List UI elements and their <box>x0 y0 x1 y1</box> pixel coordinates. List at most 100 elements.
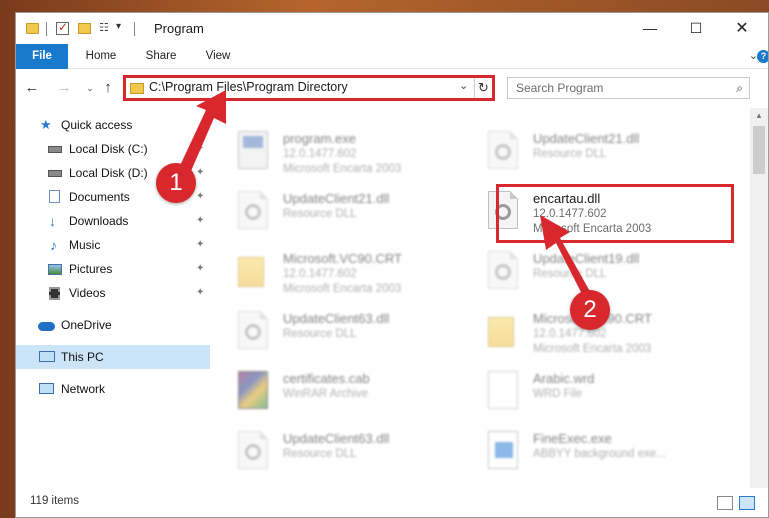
pin-icon[interactable]: ✦ <box>196 185 204 209</box>
help-icon[interactable]: ? <box>757 50 768 63</box>
address-dropdown-icon[interactable]: ⌄ <box>459 79 468 92</box>
tab-share[interactable]: Share <box>136 44 186 69</box>
address-bar[interactable]: C:\Program Files\Program Directory ⌄ ↻ <box>123 75 495 101</box>
view-options-icon[interactable]: ☷ <box>99 22 113 34</box>
dll-icon <box>238 191 268 229</box>
scroll-thumb[interactable] <box>753 126 765 174</box>
folder-icon <box>26 23 39 34</box>
tab-view[interactable]: View <box>196 44 240 69</box>
explorer-window: ☷ ▾ Program — ☐ ✕ File Home Share View ⌄… <box>15 12 769 518</box>
file-version: 12.0.1477.602 <box>283 268 357 280</box>
file-item[interactable]: FineExec.exe ABBYY background exe... <box>460 423 700 483</box>
tab-file[interactable]: File <box>16 44 68 69</box>
sidebar-item-label: Videos <box>69 286 106 300</box>
sidebar-item-label: Network <box>61 382 106 396</box>
this-pc-icon <box>39 351 55 362</box>
exe-icon <box>238 131 268 169</box>
file-item[interactable]: UpdateClient21.dll Resource DLL <box>460 123 700 183</box>
file-name: UpdateClient19.dll <box>533 251 640 266</box>
file-type: ABBYY background exe... <box>533 448 666 460</box>
close-button[interactable]: ✕ <box>719 13 765 44</box>
recent-locations-button[interactable]: ⌄ <box>80 78 100 98</box>
network-icon <box>39 383 54 394</box>
pin-icon[interactable]: ✦ <box>196 209 204 233</box>
sidebar-item-music[interactable]: ♪ Music ✦ <box>16 233 210 257</box>
window-title: Program <box>154 21 204 36</box>
sidebar-item-label: This PC <box>61 350 104 364</box>
file-type: WinRAR Archive <box>283 388 368 400</box>
pin-icon[interactable]: ✦ <box>196 137 204 161</box>
folder-icon <box>488 317 514 347</box>
videos-icon <box>49 287 60 300</box>
pin-icon[interactable]: ✦ <box>196 161 204 185</box>
sidebar-item-label: OneDrive <box>61 318 112 332</box>
file-item[interactable]: program.exe 12.0.1477.602 Microsoft Enca… <box>210 123 450 183</box>
file-item[interactable]: Arabic.wrd WRD File <box>460 363 700 423</box>
file-name: UpdateClient63.dll <box>283 311 390 326</box>
new-folder-icon[interactable] <box>78 23 91 34</box>
file-item[interactable]: Microsoft.VC90.CRT 12.0.1477.602 Microso… <box>210 243 450 303</box>
search-box[interactable]: ⌕ <box>507 77 750 99</box>
sidebar-item-downloads[interactable]: ↓ Downloads ✦ <box>16 209 210 233</box>
sidebar-item-local-disk-c[interactable]: Local Disk (C:) ✦ <box>16 137 210 161</box>
large-icons-view-button[interactable] <box>739 496 755 510</box>
back-button[interactable]: ← <box>22 78 42 98</box>
file-type: Resource DLL <box>283 208 357 220</box>
sidebar-item-label: Quick access <box>61 118 133 132</box>
toolbar-divider <box>134 22 135 36</box>
details-view-button[interactable] <box>717 496 733 510</box>
status-bar: 119 items <box>16 488 768 517</box>
minimize-button[interactable]: — <box>627 13 673 44</box>
exe-icon <box>488 431 518 469</box>
documents-icon <box>49 190 60 203</box>
customize-toolbar-icon[interactable]: ▾ <box>116 21 126 35</box>
file-list: program.exe 12.0.1477.602 Microsoft Enca… <box>210 108 750 488</box>
file-item[interactable]: UpdateClient63.dll Resource DLL <box>210 303 450 363</box>
file-type: WRD File <box>533 388 583 400</box>
refresh-button[interactable]: ↻ <box>474 78 492 98</box>
sidebar-item-onedrive[interactable]: OneDrive <box>16 313 210 337</box>
file-item[interactable]: certificates.cab WinRAR Archive <box>210 363 450 423</box>
file-type: Resource DLL <box>283 448 357 460</box>
star-icon: ★ <box>40 117 52 132</box>
vertical-scrollbar[interactable]: ▲ <box>750 108 768 488</box>
file-description: Microsoft Encarta 2003 <box>283 163 402 175</box>
file-type: Resource DLL <box>533 148 607 160</box>
sidebar-item-videos[interactable]: Videos ✦ <box>16 281 210 305</box>
scroll-up-icon[interactable]: ▲ <box>750 108 768 124</box>
sidebar-item-label: Downloads <box>69 214 129 228</box>
highlight-box <box>496 184 734 243</box>
up-button[interactable]: ↑ <box>98 78 118 98</box>
sidebar-item-label: Local Disk (C:) <box>69 142 148 156</box>
maximize-button[interactable]: ☐ <box>673 13 719 44</box>
ribbon-tabs: File Home Share View ⌄ ? <box>16 44 768 69</box>
step-2-badge: 2 <box>570 290 610 330</box>
pictures-icon <box>48 264 62 275</box>
address-path[interactable]: C:\Program Files\Program Directory <box>149 80 348 94</box>
sidebar-item-this-pc[interactable]: This PC <box>16 345 210 369</box>
pin-icon[interactable]: ✦ <box>196 281 204 305</box>
downloads-icon: ↓ <box>49 213 56 229</box>
tab-home[interactable]: Home <box>76 44 126 69</box>
file-version: 12.0.1477.602 <box>283 148 357 160</box>
properties-icon[interactable] <box>56 20 69 35</box>
dll-icon <box>488 131 518 169</box>
file-name: Microsoft.VC90.CRT <box>283 251 402 266</box>
step-1-badge: 1 <box>156 163 196 203</box>
sidebar-item-quick-access[interactable]: ★ Quick access <box>16 113 210 137</box>
file-name: program.exe <box>283 131 356 146</box>
sidebar-item-network[interactable]: Network <box>16 377 210 401</box>
sidebar-item-label: Music <box>69 238 101 252</box>
file-description: Microsoft Encarta 2003 <box>533 343 652 355</box>
forward-button[interactable]: → <box>54 78 74 98</box>
file-item[interactable]: UpdateClient63.dll Resource DLL <box>210 423 450 483</box>
pin-icon[interactable]: ✦ <box>196 257 204 281</box>
folder-icon <box>238 257 264 287</box>
sidebar-item-pictures[interactable]: Pictures ✦ <box>16 257 210 281</box>
music-icon: ♪ <box>50 237 57 253</box>
file-item[interactable]: UpdateClient21.dll Resource DLL <box>210 183 450 243</box>
file-type: Resource DLL <box>533 268 607 280</box>
dll-icon <box>488 251 518 289</box>
search-input[interactable] <box>508 78 728 98</box>
pin-icon[interactable]: ✦ <box>196 233 204 257</box>
